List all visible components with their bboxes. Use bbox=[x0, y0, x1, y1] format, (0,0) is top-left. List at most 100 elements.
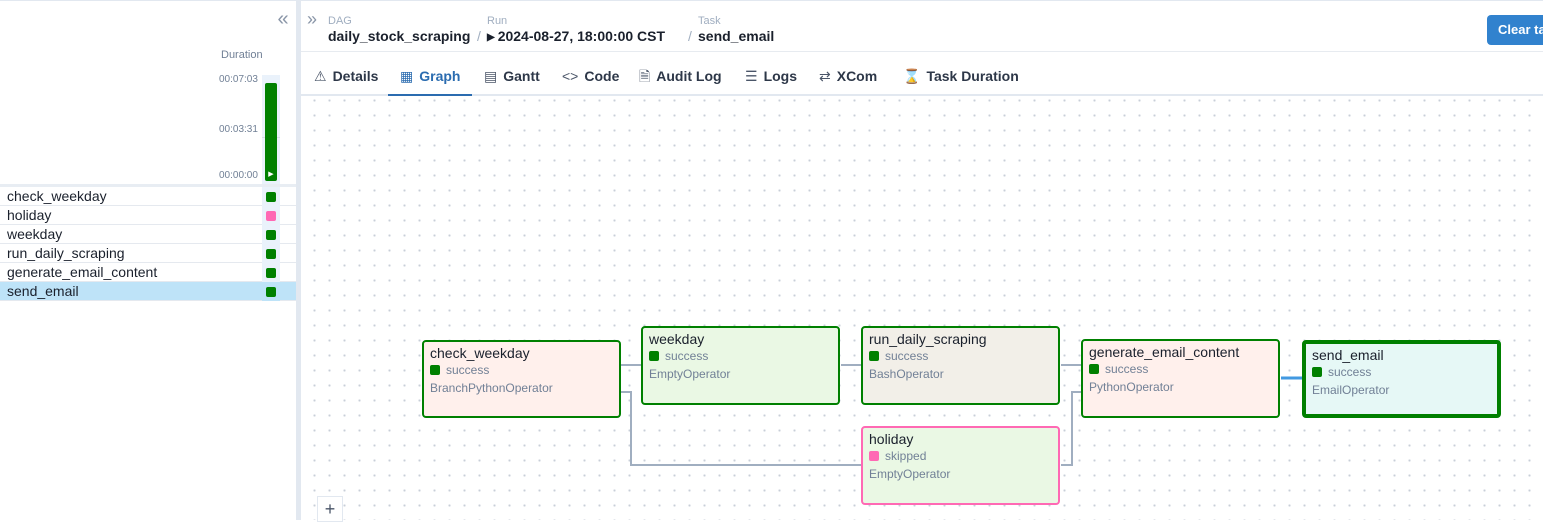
task-row-generate-email-content[interactable]: generate_email_content bbox=[0, 263, 296, 282]
task-node-weekday[interactable]: weekday success EmptyOperator bbox=[641, 326, 840, 405]
breadcrumb-task-label: Task bbox=[698, 15, 721, 27]
run-duration-bar[interactable] bbox=[265, 83, 277, 181]
task-row-label: holiday bbox=[7, 207, 52, 223]
task-instance-status[interactable] bbox=[266, 192, 276, 202]
task-row-run-daily-scraping[interactable]: run_daily_scraping bbox=[0, 244, 296, 263]
task-node-state-text: success bbox=[1328, 365, 1372, 379]
gantt-icon: ▤ bbox=[484, 68, 498, 84]
task-node-name: send_email bbox=[1312, 347, 1384, 363]
task-node-send-email[interactable]: send_email success EmailOperator bbox=[1302, 340, 1501, 418]
task-node-state-text: success bbox=[446, 363, 490, 377]
tab-label: Logs bbox=[763, 68, 798, 84]
tab-label: XCom bbox=[836, 68, 878, 84]
tab-bar: ⚠ Details ▦ Graph ▤ Gantt <> Code 🗎 Audit Log… bbox=[301, 56, 1543, 96]
task-node-state: success bbox=[1089, 361, 1272, 378]
zoom-in-button[interactable]: + bbox=[317, 496, 343, 522]
breadcrumb-run-text: 2024-08-27, 18:00:00 CST bbox=[497, 28, 666, 44]
run-triangle-icon: ▶ bbox=[487, 32, 495, 43]
duration-label: Duration bbox=[221, 49, 263, 61]
tab-label: Details bbox=[332, 68, 379, 84]
task-node-operator: EmptyOperator bbox=[649, 367, 731, 381]
task-row-label: generate_email_content bbox=[7, 264, 158, 280]
task-node-run-daily-scraping[interactable]: run_daily_scraping success BashOperator bbox=[861, 326, 1060, 405]
task-row-label: check_weekday bbox=[7, 188, 107, 204]
tab-label: Task Duration bbox=[926, 68, 1019, 84]
task-node-operator: BranchPythonOperator bbox=[430, 381, 553, 395]
task-instance-status[interactable] bbox=[266, 230, 276, 240]
edge-holiday-to-generate-email-content bbox=[1061, 391, 1082, 466]
breadcrumb-dag-label: DAG bbox=[328, 15, 352, 27]
tab-task-duration[interactable]: ⌛ Task Duration bbox=[903, 56, 1019, 96]
task-node-state: success bbox=[649, 348, 832, 365]
task-node-state: skipped bbox=[869, 448, 1052, 465]
task-node-name: generate_email_content bbox=[1089, 344, 1240, 360]
state-square-icon bbox=[1312, 367, 1322, 377]
task-node-operator: EmailOperator bbox=[1312, 383, 1390, 397]
task-node-holiday[interactable]: holiday skipped EmptyOperator bbox=[861, 426, 1060, 505]
task-node-name: weekday bbox=[649, 331, 705, 347]
tab-graph[interactable]: ▦ Graph bbox=[388, 56, 473, 96]
tab-xcom[interactable]: ⇄ XCom bbox=[819, 56, 877, 96]
task-list: check_weekday holiday weekday run_daily_… bbox=[0, 187, 296, 301]
duration-tick: 00:07:03 bbox=[219, 74, 258, 85]
task-instance-status[interactable] bbox=[266, 268, 276, 278]
task-node-state-text: success bbox=[665, 349, 709, 363]
task-node-state: success bbox=[430, 362, 613, 379]
task-node-state: success bbox=[1312, 364, 1491, 381]
tab-label: Gantt bbox=[503, 68, 540, 84]
breadcrumb-dag[interactable]: DAG daily_stock_scraping bbox=[328, 15, 470, 44]
task-row-label: weekday bbox=[7, 226, 63, 242]
task-node-generate-email-content[interactable]: generate_email_content success PythonOpe… bbox=[1081, 339, 1280, 418]
task-instance-status[interactable] bbox=[266, 249, 276, 259]
breadcrumb-dag-value: daily_stock_scraping bbox=[328, 28, 471, 44]
task-row-label: send_email bbox=[7, 283, 79, 299]
duration-tick: 00:00:00 bbox=[219, 170, 258, 181]
task-instance-status[interactable] bbox=[266, 211, 276, 221]
task-node-operator: EmptyOperator bbox=[869, 467, 951, 481]
task-node-state-text: success bbox=[1105, 362, 1149, 376]
breadcrumb-separator: / bbox=[688, 28, 692, 44]
tab-code[interactable]: <> Code bbox=[562, 56, 619, 96]
breadcrumb-task-value: send_email bbox=[698, 28, 775, 44]
clear-task-button[interactable]: Clear ta bbox=[1487, 15, 1543, 45]
task-node-name: holiday bbox=[869, 431, 914, 447]
state-square-icon bbox=[869, 351, 879, 361]
breadcrumb-run-label: Run bbox=[487, 15, 508, 27]
task-row-holiday[interactable]: holiday bbox=[0, 206, 296, 225]
task-row-check-weekday[interactable]: check_weekday bbox=[0, 187, 296, 206]
collapse-panel-icon[interactable]: « bbox=[274, 9, 292, 29]
grid-panel: « Duration 00:07:03 00:03:31 00:00:00 ▶ … bbox=[0, 0, 296, 520]
task-row-send-email[interactable]: send_email bbox=[0, 282, 296, 301]
state-square-icon bbox=[869, 451, 879, 461]
tab-gantt[interactable]: ▤ Gantt bbox=[484, 56, 540, 96]
task-row-label: run_daily_scraping bbox=[7, 245, 125, 261]
task-node-operator: PythonOperator bbox=[1089, 380, 1174, 394]
xcom-icon: ⇄ bbox=[819, 68, 831, 84]
tab-details[interactable]: ⚠ Details bbox=[314, 56, 378, 96]
task-row-weekday[interactable]: weekday bbox=[0, 225, 296, 244]
warning-icon: ⚠ bbox=[314, 68, 327, 84]
breadcrumb-task[interactable]: Task send_email bbox=[698, 15, 774, 44]
state-square-icon bbox=[1089, 364, 1099, 374]
breadcrumb-run-value: ▶ 2024-08-27, 18:00:00 CST bbox=[487, 28, 665, 44]
hourglass-icon: ⌛ bbox=[903, 68, 921, 84]
tab-audit-log[interactable]: 🗎 Audit Log bbox=[639, 56, 722, 96]
expand-panel-icon[interactable]: » bbox=[307, 9, 317, 30]
state-square-icon bbox=[649, 351, 659, 361]
task-instance-status[interactable] bbox=[266, 287, 276, 297]
task-node-state-text: skipped bbox=[885, 449, 927, 463]
task-node-state: success bbox=[869, 348, 1052, 365]
task-node-check-weekday[interactable]: check_weekday success BranchPythonOperat… bbox=[422, 340, 621, 418]
graph-canvas[interactable]: check_weekday success BranchPythonOperat… bbox=[301, 98, 1543, 522]
task-node-name: check_weekday bbox=[430, 345, 530, 361]
tab-label: Graph bbox=[419, 68, 461, 84]
task-node-state-text: success bbox=[885, 349, 929, 363]
breadcrumb-separator: / bbox=[477, 28, 481, 44]
tab-logs[interactable]: ☰ Logs bbox=[745, 56, 797, 96]
task-node-operator: BashOperator bbox=[869, 367, 944, 381]
breadcrumb: » DAG daily_stock_scraping / Run ▶ 2024-0… bbox=[301, 0, 1543, 52]
graph-icon: ▦ bbox=[400, 68, 414, 84]
task-node-name: run_daily_scraping bbox=[869, 331, 987, 347]
play-icon: ▶ bbox=[268, 171, 274, 178]
breadcrumb-run[interactable]: Run ▶ 2024-08-27, 18:00:00 CST bbox=[487, 15, 665, 44]
